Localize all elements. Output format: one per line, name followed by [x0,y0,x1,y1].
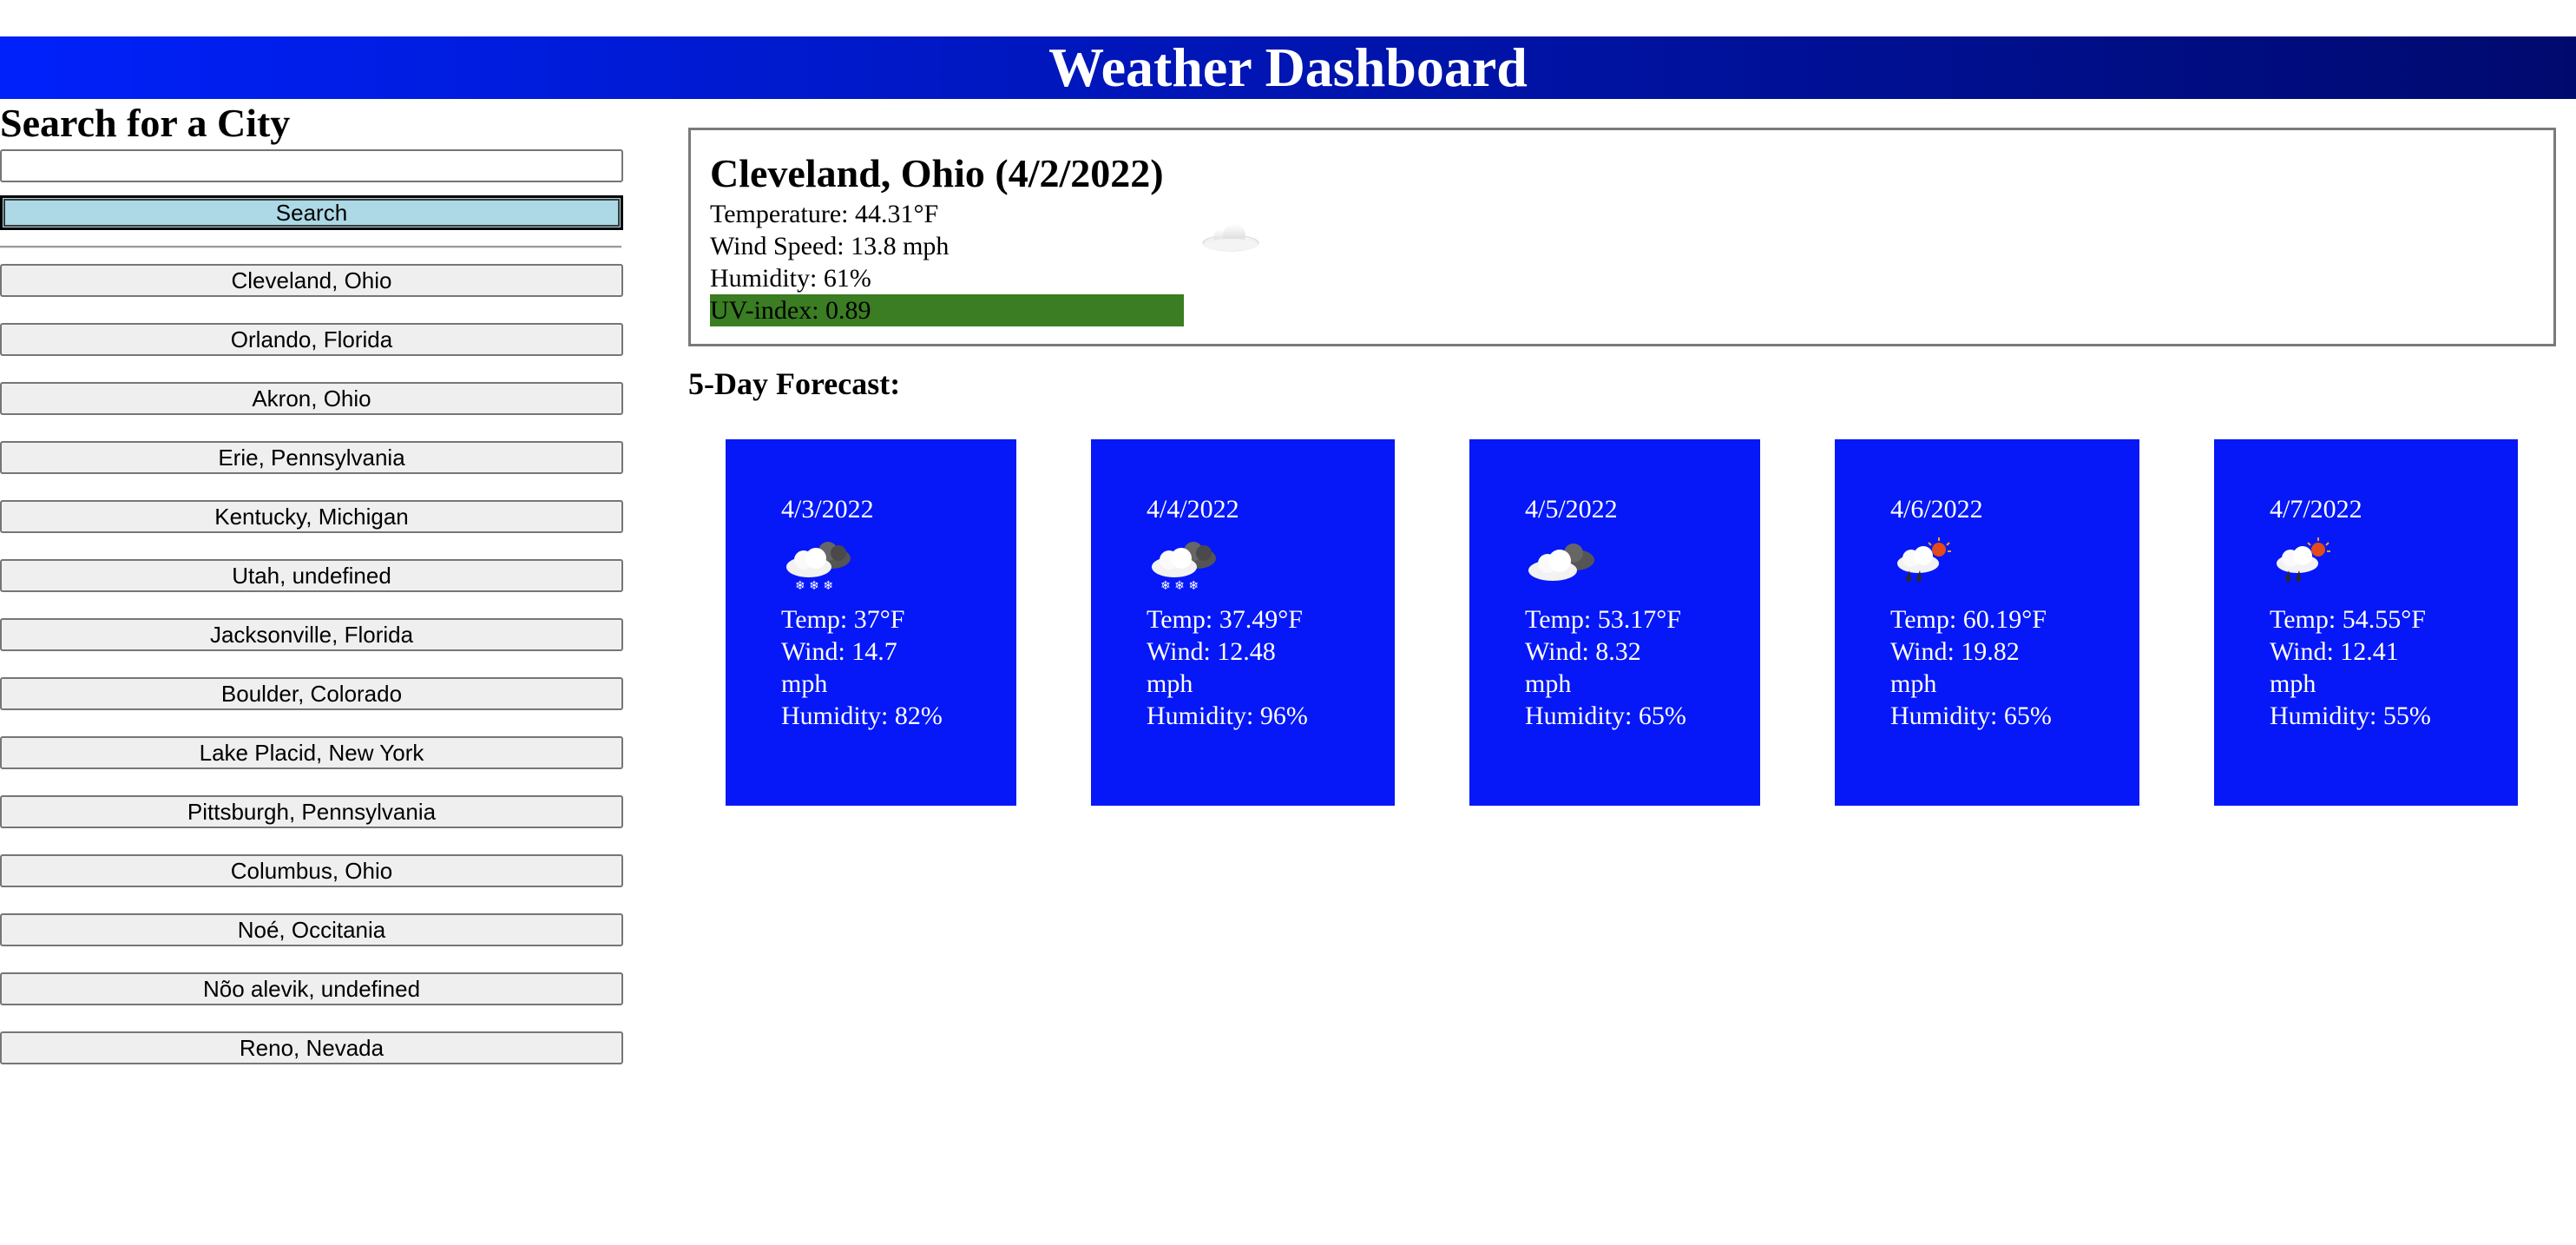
history-city-button[interactable]: Lake Placid, New York [0,736,623,769]
cloud-icon [1528,543,1594,581]
search-sidebar: Search for a City Search Cleveland, Ohio… [0,99,623,1064]
current-temperature: Temperature: 44.31°F [710,200,939,228]
forecast-card: 4/5/2022 Temp: 53.17°F Wind: 8.32 mph Hu… [1469,439,1760,806]
rain-sun-icon [2277,537,2330,582]
current-humidity: Humidity: 61% [710,264,871,293]
search-heading: Search for a City [0,101,291,145]
current-weather-panel: Cleveland, Ohio (4/2/2022) Temperature: … [688,128,2556,346]
history-city-button[interactable]: Reno, Nevada [0,1031,623,1064]
svg-text:❄ ❄ ❄: ❄ ❄ ❄ [795,579,833,593]
snow-cloud-icon: ❄ ❄ ❄ [1152,542,1216,593]
history-city-button[interactable]: Kentucky, Michigan [0,500,623,533]
forecast-temp: Temp: 54.55°F [2270,605,2426,634]
svg-text:❄ ❄ ❄: ❄ ❄ ❄ [1160,579,1199,593]
city-search-input[interactable] [0,149,623,182]
uv-index-badge: UV-index: 0.89 [710,294,1184,326]
rain-sun-icon [1897,537,1951,582]
forecast-date: 4/6/2022 [1890,495,1983,524]
forecast-card: 4/7/2022 Temp: 54.55°F Wind: 12.41 mph H… [2214,439,2518,806]
forecast-date: 4/5/2022 [1525,495,1618,524]
history-city-button[interactable]: Boulder, Colorado [0,677,623,710]
snow-cloud-icon: ❄ ❄ ❄ [786,542,851,593]
history-city-button[interactable]: Utah, undefined [0,559,623,592]
forecast-date: 4/3/2022 [781,495,874,524]
history-city-button[interactable]: Pittsburgh, Pennsylvania [0,795,623,828]
cloud-icon [1202,224,1259,252]
forecast-wind: Wind: 8.32 mph [1525,637,1641,698]
forecast-date: 4/7/2022 [2270,495,2362,524]
history-city-button[interactable]: Noé, Occitania [0,913,623,946]
search-button[interactable]: Search [0,195,623,230]
forecast-card: 4/3/2022 ❄ ❄ ❄ Temp: 37°F Wind: 14.7 mph… [726,439,1016,806]
history-city-button[interactable]: Jacksonville, Florida [0,618,623,651]
current-wind-speed: Wind Speed: 13.8 mph [710,232,950,260]
forecast-temp: Temp: 37°F [781,605,905,634]
history-city-button[interactable]: Cleveland, Ohio [0,264,623,297]
history-city-button[interactable]: Erie, Pennsylvania [0,441,623,474]
page-header: Weather Dashboard [0,36,2576,99]
forecast-wind: Wind: 14.7 mph [781,637,897,698]
forecast-humidity: Humidity: 55% [2270,702,2431,730]
current-city-title: Cleveland, Ohio (4/2/2022) [710,151,1164,195]
forecast-temp: Temp: 53.17°F [1525,605,1681,634]
history-city-button[interactable]: Nõo alevik, undefined [0,972,623,1005]
history-city-button[interactable]: Orlando, Florida [0,323,623,356]
page-title: Weather Dashboard [1048,36,1528,98]
forecast-wind: Wind: 12.48 mph [1147,637,1276,698]
forecast-date: 4/4/2022 [1147,495,1239,524]
history-city-button[interactable]: Columbus, Ohio [0,854,623,887]
forecast-humidity: Humidity: 96% [1147,702,1308,730]
forecast-humidity: Humidity: 65% [1890,702,2052,730]
forecast-heading: 5-Day Forecast: [688,366,901,401]
forecast-temp: Temp: 60.19°F [1890,605,2047,634]
divider [0,246,621,248]
search-history: Cleveland, Ohio Orlando, Florida Akron, … [0,264,623,1090]
forecast-humidity: Humidity: 82% [781,702,943,730]
history-city-button[interactable]: Akron, Ohio [0,382,623,415]
forecast-humidity: Humidity: 65% [1525,702,1686,730]
forecast-wind: Wind: 12.41 mph [2270,637,2399,698]
forecast-card: 4/4/2022 ❄ ❄ ❄ Temp: 37.49°F Wind: 12.48… [1091,439,1395,806]
forecast-wind: Wind: 19.82 mph [1890,637,2020,698]
forecast-temp: Temp: 37.49°F [1147,605,1303,634]
forecast-card: 4/6/2022 Temp: 60.19°F Wind: 19.82 mph H… [1835,439,2139,806]
